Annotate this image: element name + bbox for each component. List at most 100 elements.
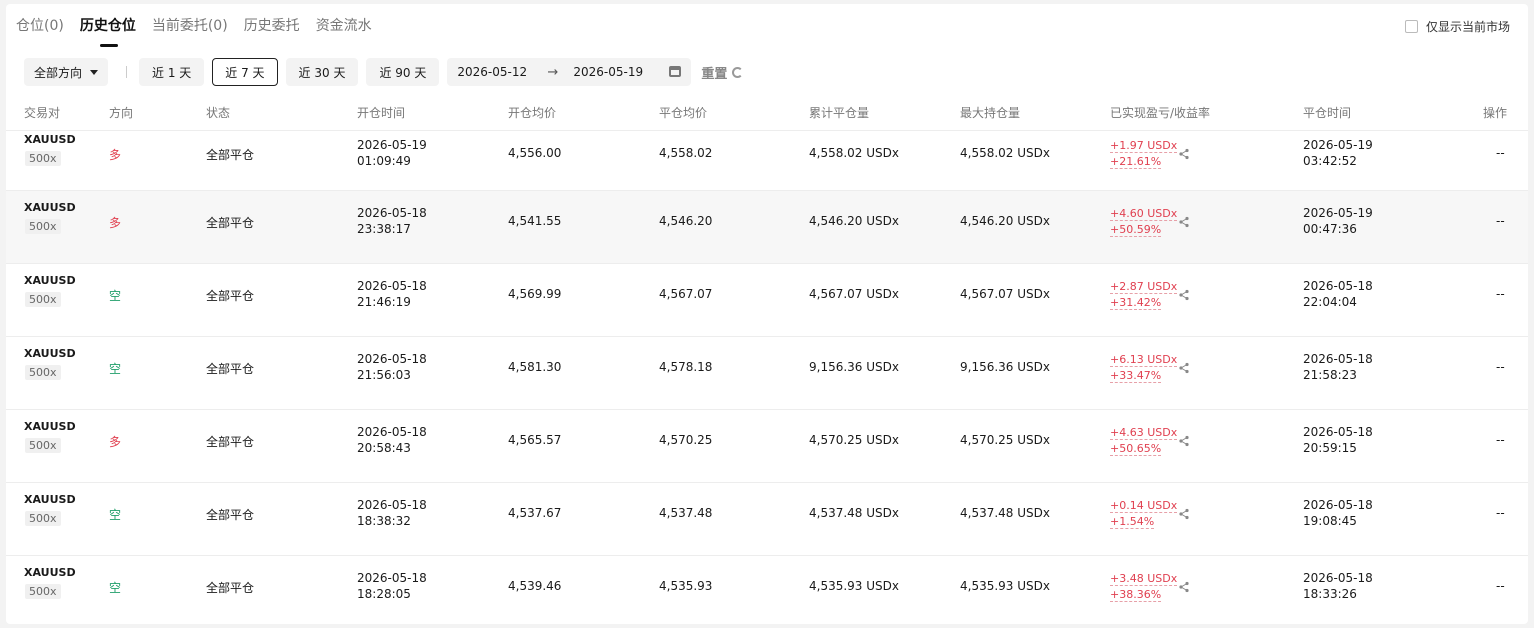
close-price: 4,578.18: [659, 360, 713, 374]
tab-order-history[interactable]: 历史委托: [244, 16, 300, 42]
share-icon[interactable]: [1178, 216, 1190, 228]
close-date: 2026-05-19: [1303, 138, 1373, 152]
closed-qty: 4,567.07 USDx: [809, 287, 899, 301]
close-date: 2026-05-19: [1303, 206, 1373, 220]
col-status: 状态: [206, 106, 231, 120]
open-date: 2026-05-18: [357, 279, 427, 293]
pair-symbol: XAUUSD: [24, 420, 76, 433]
col-open-price: 开仓均价: [508, 106, 557, 120]
divider: [126, 66, 128, 78]
pnl-value: +4.63 USDx: [1110, 426, 1178, 440]
open-price: 4,537.67: [508, 506, 562, 520]
date-to[interactable]: 2026-05-19: [573, 65, 663, 79]
open-time: 01:09:49: [357, 154, 411, 168]
tab-fund-flow[interactable]: 资金流水: [316, 16, 372, 42]
pnl-value: +0.14 USDx: [1110, 499, 1178, 513]
col-pair: 交易对: [24, 106, 61, 120]
direction-select-value: 全部方向: [34, 65, 83, 80]
tab-history-positions[interactable]: 历史仓位: [80, 16, 136, 47]
action-cell: --: [1496, 287, 1505, 301]
leverage-badge: 500x: [25, 219, 61, 234]
direction-select[interactable]: 全部方向: [24, 58, 109, 86]
close-price: 4,570.25: [659, 433, 713, 447]
reset-button[interactable]: 重置: [701, 63, 744, 82]
close-time: 19:08:45: [1303, 514, 1357, 528]
open-price: 4,541.55: [508, 214, 562, 228]
tab-open-orders[interactable]: 当前委托(0): [152, 16, 228, 42]
pnl-value: +2.87 USDx: [1110, 280, 1178, 294]
range-7d-button[interactable]: 近 7 天: [212, 58, 278, 86]
pair-symbol: XAUUSD: [24, 566, 76, 579]
max-qty: 4,570.25 USDx: [960, 433, 1050, 447]
status-label: 全部平仓: [206, 216, 255, 230]
col-realized-pnl: 已实现盈亏/收益率: [1110, 106, 1211, 120]
side-label: 空: [109, 289, 122, 303]
close-date: 2026-05-18: [1303, 498, 1373, 512]
reset-label: 重置: [701, 66, 728, 82]
history-positions-panel: 仓位(0) 历史仓位 当前委托(0) 历史委托 资金流水 仅显示当前市场 全部方…: [6, 4, 1528, 624]
action-cell: --: [1496, 146, 1505, 160]
max-qty: 4,537.48 USDx: [960, 506, 1050, 520]
realized-pnl: +4.60 USDx: [1110, 206, 1178, 222]
status-label: 全部平仓: [206, 289, 255, 303]
range-90d-button[interactable]: 近 90 天: [366, 58, 440, 86]
table-row: XAUUSD 500x 多 全部平仓 2026-05-19 01:09:49 4,556.0…: [6, 130, 1528, 190]
share-icon[interactable]: [1178, 508, 1190, 520]
share-icon[interactable]: [1178, 362, 1190, 374]
only-current-market-toggle[interactable]: 仅显示当前市场: [1404, 18, 1510, 35]
max-qty: 4,535.93 USDx: [960, 579, 1050, 593]
realized-roi: +33.47%: [1110, 368, 1162, 384]
realized-pnl: +6.13 USDx: [1110, 352, 1178, 368]
realized-roi: +50.59%: [1110, 222, 1162, 238]
open-price: 4,581.30: [508, 360, 562, 374]
pair-symbol: XAUUSD: [24, 133, 76, 146]
closed-qty: 4,546.20 USDx: [809, 214, 899, 228]
range-1d-button[interactable]: 近 1 天: [139, 58, 205, 86]
only-current-market-checkbox[interactable]: [1404, 20, 1418, 33]
realized-pnl: +0.14 USDx: [1110, 498, 1178, 514]
realized-pnl: +3.48 USDx: [1110, 571, 1178, 587]
leverage-badge: 500x: [25, 365, 61, 380]
col-closed-qty: 累计平仓量: [809, 106, 870, 120]
refresh-icon: [732, 66, 744, 78]
tab-positions[interactable]: 仓位(0): [16, 16, 64, 42]
open-time: 18:28:05: [357, 587, 411, 601]
open-date: 2026-05-18: [357, 425, 427, 439]
share-icon[interactable]: [1178, 581, 1190, 593]
arrow-right-icon: →: [547, 64, 559, 80]
close-price: 4,537.48: [659, 506, 713, 520]
action-cell: --: [1496, 579, 1505, 593]
pnl-value: +4.60 USDx: [1110, 207, 1178, 221]
roi-value: +33.47%: [1110, 369, 1162, 383]
roi-value: +1.54%: [1110, 515, 1155, 529]
range-30d-button[interactable]: 近 30 天: [285, 58, 359, 86]
share-icon[interactable]: [1178, 148, 1190, 160]
col-close-time: 平仓时间: [1303, 106, 1352, 120]
close-date: 2026-05-18: [1303, 571, 1373, 585]
calendar-icon[interactable]: [669, 66, 682, 77]
close-time: 00:47:36: [1303, 222, 1357, 236]
leverage-badge: 500x: [25, 584, 61, 599]
share-icon[interactable]: [1178, 435, 1190, 447]
max-qty: 9,156.36 USDx: [960, 360, 1050, 374]
table-row: XAUUSD 500x 多 全部平仓 2026-05-18 23:38:17 4,541.5…: [6, 190, 1528, 263]
closed-qty: 4,570.25 USDx: [809, 433, 899, 447]
open-price: 4,569.99: [508, 287, 562, 301]
realized-roi: +1.54%: [1110, 514, 1155, 530]
leverage-badge: 500x: [25, 151, 61, 166]
table-header: 交易对 方向 状态 开仓时间 开仓均价 平仓均价 累计平仓量 最大持仓量 已实现…: [6, 104, 1528, 130]
roi-value: +50.65%: [1110, 442, 1162, 456]
realized-roi: +31.42%: [1110, 295, 1162, 311]
pnl-value: +3.48 USDx: [1110, 572, 1178, 586]
realized-pnl: +4.63 USDx: [1110, 425, 1178, 441]
share-icon[interactable]: [1178, 289, 1190, 301]
open-date: 2026-05-18: [357, 352, 427, 366]
date-from[interactable]: 2026-05-12: [457, 65, 547, 79]
close-price: 4,567.07: [659, 287, 713, 301]
col-side: 方向: [109, 106, 134, 120]
status-label: 全部平仓: [206, 362, 255, 376]
date-range-picker[interactable]: 2026-05-12 → 2026-05-19: [447, 58, 692, 86]
table-row: XAUUSD 500x 多 全部平仓 2026-05-18 20:58:43 4,565.5…: [6, 409, 1528, 482]
action-cell: --: [1496, 506, 1505, 520]
leverage-badge: 500x: [25, 292, 61, 307]
